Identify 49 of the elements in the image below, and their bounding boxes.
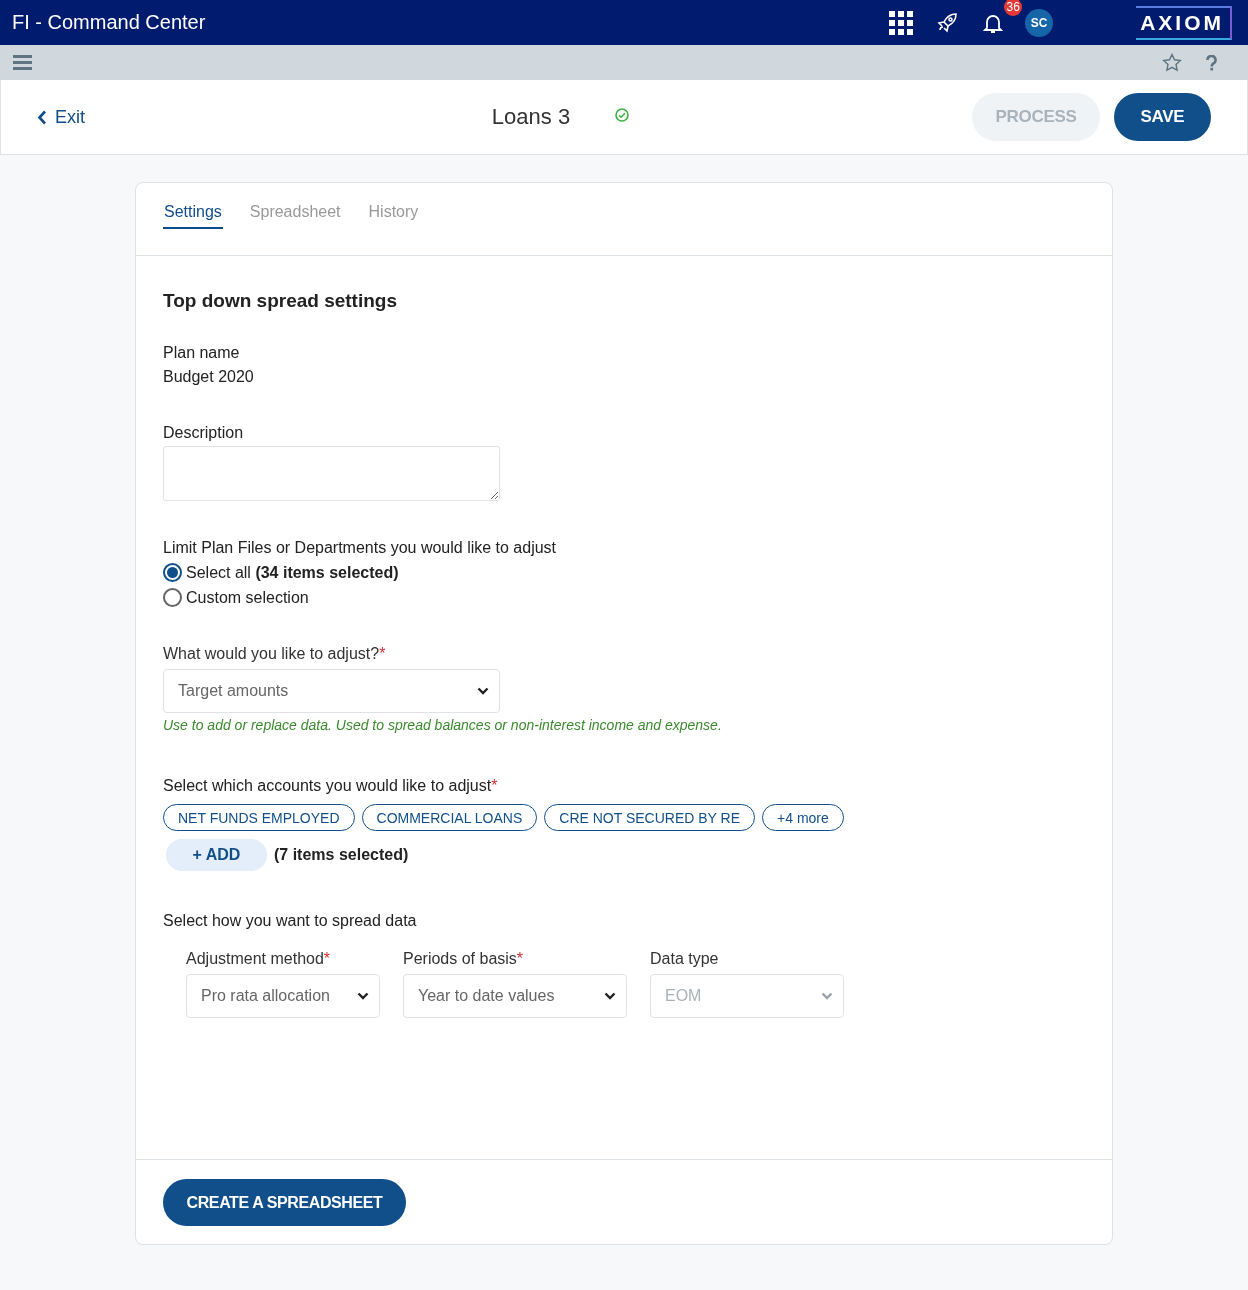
app-title: FI - Command Center [12, 11, 207, 34]
field-label: Adjustment method [186, 950, 324, 967]
required-mark: * [516, 950, 524, 967]
menu-icon[interactable] [13, 55, 32, 70]
field-label: Plan name [163, 344, 240, 361]
required-mark: * [379, 645, 386, 662]
save-button[interactable]: SAVE [1114, 93, 1211, 141]
dropdown[interactable]: Year to date values [403, 974, 627, 1018]
chevron-down-icon [477, 687, 489, 695]
field-label: Periods of basis [403, 950, 517, 967]
field-label: Limit Plan Files or Departments you would like to adjust [163, 539, 557, 556]
field-value: Budget 2020 [163, 368, 255, 386]
account-chip[interactable]: COMMERCIAL LOANS [361, 804, 538, 831]
description-field[interactable] [163, 446, 500, 501]
exit-link[interactable]: Exit [37, 106, 447, 128]
field-label: Select which accounts you would like to adjust [163, 777, 492, 794]
required-mark: * [323, 950, 331, 967]
page-title: Loans 3 [490, 104, 572, 130]
radio-button[interactable] [163, 588, 182, 607]
account-chip[interactable]: +4 more [762, 804, 844, 831]
notification-badge: 36 [1004, 0, 1023, 16]
chevron-down-icon [821, 992, 833, 1000]
selection-count: (7 items selected) [274, 846, 409, 864]
help-icon[interactable] [1206, 54, 1217, 71]
user-avatar[interactable]: SC [1025, 8, 1054, 37]
radio-label[interactable]: Select all (34 items selected) [186, 563, 399, 582]
create-spreadsheet-button[interactable]: CREATE A SPREADSHEET [163, 1179, 406, 1226]
account-chip[interactable]: NET FUNDS EMPLOYED [163, 804, 355, 831]
logo: AXIOM [1136, 5, 1232, 40]
required-mark: * [491, 777, 498, 794]
rocket-icon[interactable] [935, 10, 960, 35]
field-label: Select how you want to spread data [163, 912, 417, 929]
section-heading: Top down spread settings [163, 290, 398, 312]
chevron-down-icon [604, 992, 616, 1000]
field-label: Description [163, 424, 244, 441]
chevron-down-icon [357, 992, 369, 1000]
radio-button[interactable] [163, 563, 182, 582]
dropdown[interactable]: Pro rata allocation [186, 974, 380, 1018]
field-label: What would you like to adjust? [163, 645, 380, 662]
helper-text: Use to add or replace data. Used to spread balances or non-interest income and expense. [163, 717, 723, 733]
field-label: Data type [650, 950, 719, 967]
chevron-left-icon [37, 109, 47, 125]
dropdown[interactable]: Target amounts [163, 669, 500, 713]
add-button[interactable]: + ADD [166, 839, 267, 871]
account-chip[interactable]: CRE NOT SECURED BY RE [544, 804, 756, 831]
star-icon[interactable] [1162, 53, 1182, 72]
radio-label[interactable]: Custom selection [186, 588, 309, 607]
apps-grid-icon[interactable] [889, 10, 914, 35]
tab[interactable]: Settings [163, 183, 223, 229]
